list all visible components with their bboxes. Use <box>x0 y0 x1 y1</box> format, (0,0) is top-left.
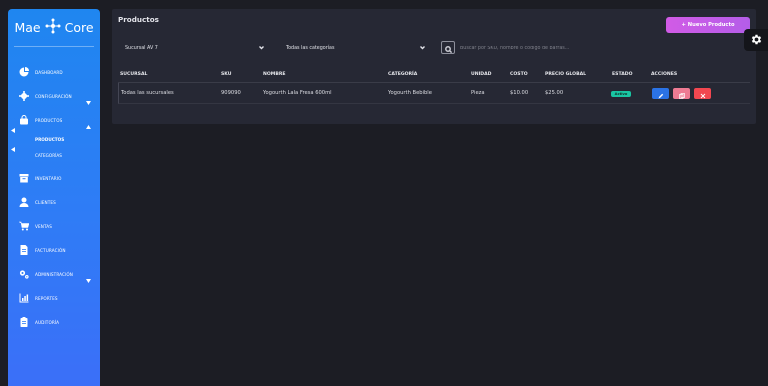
plus-icon: + <box>681 22 686 28</box>
chevron-down-icon <box>86 90 91 105</box>
category-select[interactable]: Todas las categorías <box>279 42 431 54</box>
gear-icon <box>750 31 763 50</box>
sidebar-item-dashboard[interactable]: Dashboard <box>8 64 100 80</box>
sidebar-item-label: Clientes <box>35 199 56 205</box>
sidebar-item-ventas[interactable]: Ventas <box>8 218 100 234</box>
branch-select[interactable]: Sucursal AV 7 <box>118 42 270 54</box>
chevron-left-icon <box>11 118 15 133</box>
close-icon <box>700 84 706 103</box>
new-product-label: Nuevo Producto <box>687 22 735 28</box>
copy-icon <box>678 84 685 103</box>
chevron-up-icon <box>86 114 91 129</box>
branch-select-value: Sucursal AV 7 <box>125 45 158 51</box>
brand-name-right: Core <box>64 20 94 35</box>
cell-nombre: Yogourth Lala Fresa 600ml <box>263 90 332 96</box>
column-header[interactable]: Estado <box>612 72 633 77</box>
sidebar-item-label: Auditoría <box>35 319 60 325</box>
bar-chart-icon <box>19 293 29 303</box>
new-product-button[interactable]: + Nuevo Producto <box>666 17 750 33</box>
sidebar-item-inventario[interactable]: Inventario <box>8 170 100 186</box>
search-input[interactable] <box>460 42 750 54</box>
sidebar-item-configuracion[interactable]: Configuración <box>8 88 100 105</box>
column-header[interactable]: Categoría <box>388 72 417 77</box>
sidebar-subitem-productos[interactable]: Productos <box>8 133 100 152</box>
cell-unidad: Pieza <box>471 90 485 96</box>
cell-categoria: Yogourth Bebible <box>388 90 432 96</box>
column-header[interactable]: Costo <box>510 72 528 77</box>
sidebar-item-administracion[interactable]: Administración <box>8 266 100 283</box>
pencil-icon <box>658 84 664 103</box>
pie-chart-icon <box>19 67 29 77</box>
edit-button[interactable] <box>652 88 669 99</box>
sidebar-item-label: Reportes <box>35 295 58 301</box>
cell-sku: 909090 <box>221 90 241 96</box>
column-header[interactable]: Unidad <box>471 72 491 77</box>
chevron-down-icon <box>420 45 425 50</box>
page-title: Productos <box>118 15 159 24</box>
brand-name-left: Mae <box>14 20 41 35</box>
sidebar-subitem-label: Categorías <box>35 152 62 158</box>
chevron-down-icon <box>86 268 91 283</box>
chevron-left-icon <box>11 137 15 152</box>
sidebar-subitem-categorias[interactable]: Categorías <box>8 149 100 161</box>
settings-button[interactable] <box>744 29 768 51</box>
sidebar-item-auditoria[interactable]: Auditoría <box>8 314 100 330</box>
table-header: Sucursal SKU Nombre Categoría Unidad Cos… <box>118 67 750 83</box>
cell-precio-global: $25.00 <box>545 90 564 96</box>
clipboard-icon <box>19 317 29 327</box>
column-header: Acciones <box>651 72 678 77</box>
sidebar: Mae Core Dashboard Configuración Product… <box>8 9 100 386</box>
column-header[interactable]: SKU <box>221 72 232 77</box>
duplicate-button[interactable] <box>673 88 690 99</box>
products-table: Sucursal SKU Nombre Categoría Unidad Cos… <box>118 67 750 104</box>
column-header[interactable]: Sucursal <box>120 72 147 77</box>
sidebar-item-reportes[interactable]: Reportes <box>8 290 100 306</box>
cell-sucursal: Todas las sucursales <box>121 90 174 96</box>
bag-icon <box>19 115 29 125</box>
sidebar-item-label: Dashboard <box>35 69 63 75</box>
delete-button[interactable] <box>694 88 711 99</box>
sidebar-nav: Dashboard Configuración Productos Produc… <box>8 47 100 377</box>
box-icon <box>19 173 29 183</box>
sidebar-item-productos[interactable]: Productos <box>8 112 100 133</box>
gears-icon <box>19 91 29 101</box>
sidebar-item-facturacion[interactable]: Facturación <box>8 242 100 258</box>
sidebar-item-label: Inventario <box>35 175 62 181</box>
hub-icon <box>45 18 61 37</box>
cell-costo: $10.00 <box>510 90 529 96</box>
table-row[interactable]: Todas las sucursales 909090 Yogourth Lal… <box>118 83 750 104</box>
search-icon <box>444 38 452 57</box>
column-header[interactable]: Nombre <box>263 72 286 77</box>
brand-logo[interactable]: Mae Core <box>8 9 100 46</box>
search-button[interactable] <box>441 41 455 54</box>
user-icon <box>19 197 29 207</box>
products-card: Productos + Nuevo Producto Sucursal AV 7… <box>112 9 756 124</box>
invoice-icon <box>19 245 29 255</box>
column-header[interactable]: Precio Global <box>545 72 586 77</box>
sidebar-subitem-label: Productos <box>35 136 65 142</box>
sidebar-item-label: Ventas <box>35 223 52 229</box>
chevron-down-icon <box>259 45 264 50</box>
sidebar-item-label: Productos <box>35 117 63 123</box>
status-badge: Activo <box>611 91 631 97</box>
category-select-value: Todas las categorías <box>286 45 335 51</box>
sidebar-item-label: Facturación <box>35 247 66 253</box>
sidebar-item-label: Configuración <box>35 93 72 99</box>
cart-icon <box>19 221 29 231</box>
cogs-icon <box>19 269 29 279</box>
sidebar-item-clientes[interactable]: Clientes <box>8 194 100 210</box>
sidebar-item-label: Administración <box>35 271 74 277</box>
